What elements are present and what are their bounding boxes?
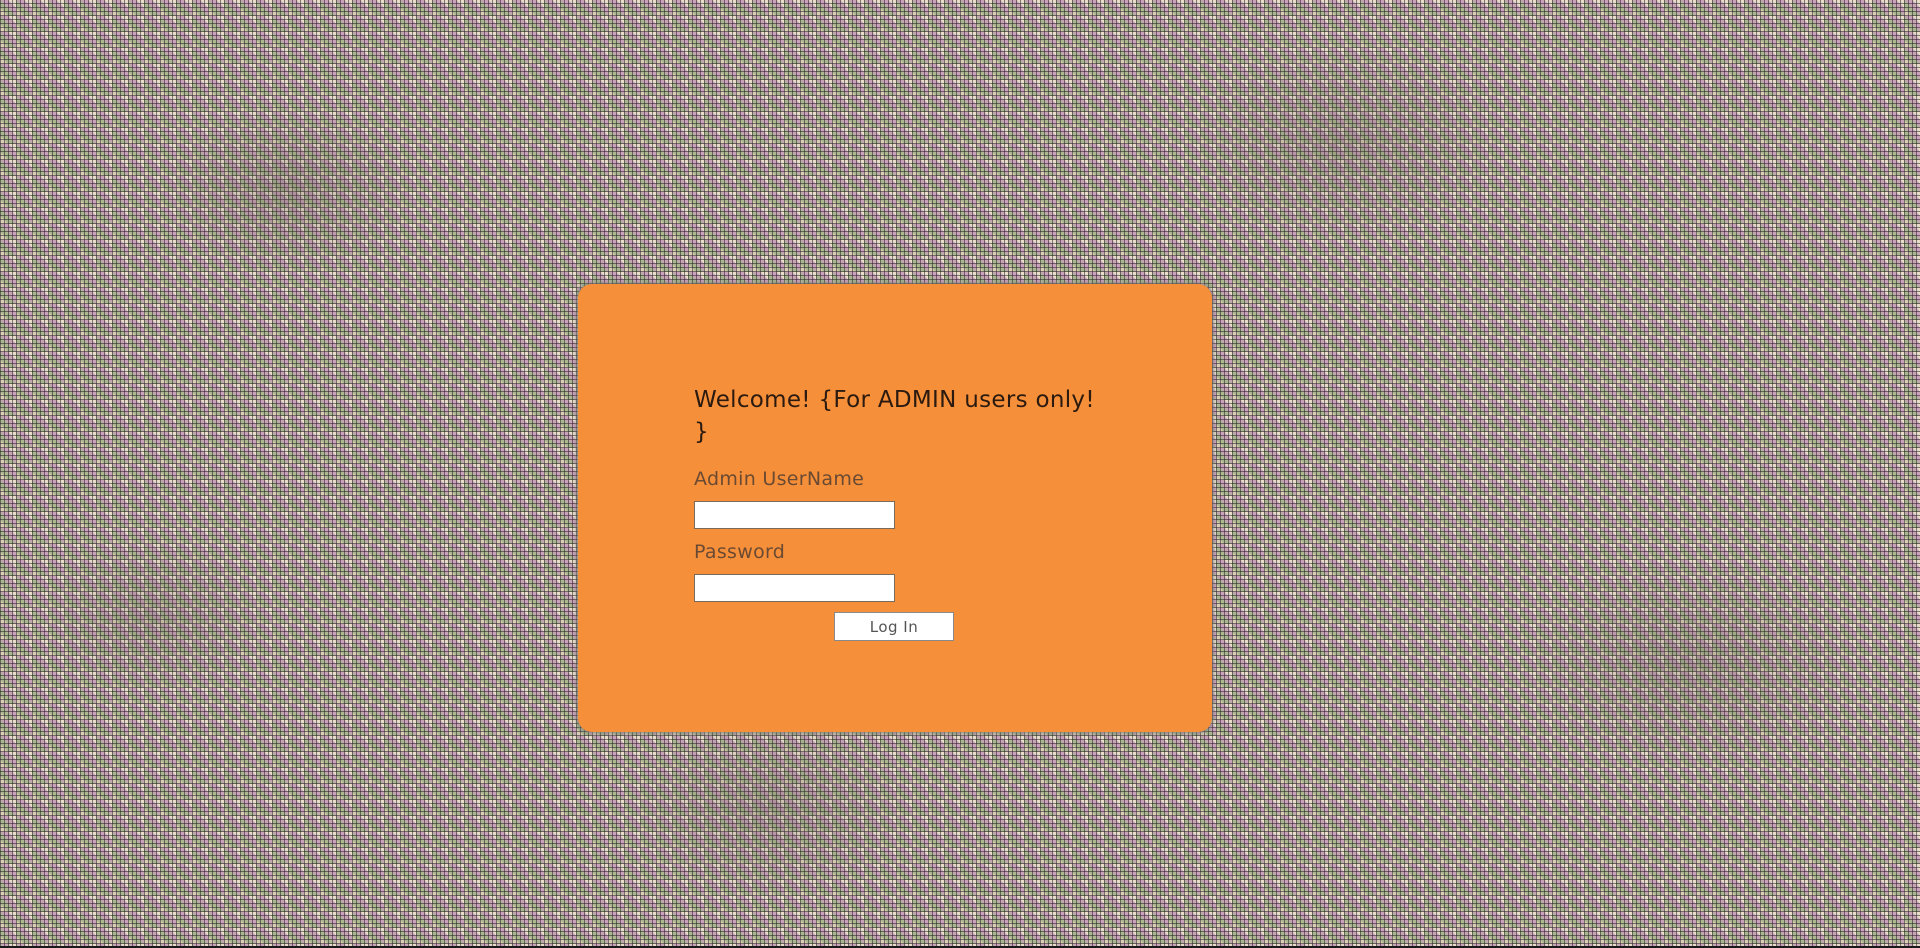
login-form: Welcome! {For ADMIN users only! } Admin … [694,384,1114,602]
login-button[interactable]: Log In [834,612,954,641]
welcome-title: Welcome! {For ADMIN users only! } [694,387,1095,445]
password-input[interactable] [694,574,895,602]
username-input[interactable] [694,501,895,529]
username-label: Admin UserName [694,468,865,490]
login-card: Welcome! {For ADMIN users only! } Admin … [578,284,1212,732]
password-label: Password [694,541,786,563]
